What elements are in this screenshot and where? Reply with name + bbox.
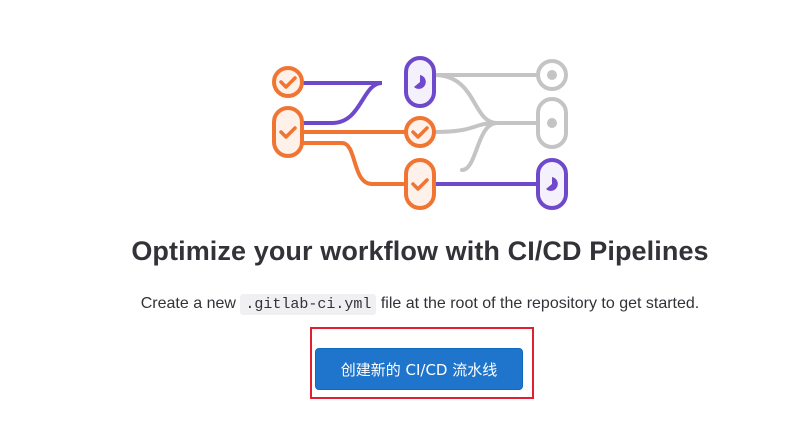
- description-text-after: file at the root of the repository to ge…: [376, 295, 700, 312]
- pipeline-illustration: [272, 56, 568, 210]
- check-icon: [404, 158, 436, 210]
- create-pipeline-button[interactable]: 创建新的 CI/CD 流水线: [315, 348, 523, 390]
- pending-icon: [536, 97, 568, 149]
- pipelines-empty-state: Optimize your workflow with CI/CD Pipeli…: [0, 0, 794, 444]
- empty-state-description: Create a new .gitlab-ci.yml file at the …: [0, 294, 794, 315]
- check-icon: [404, 116, 436, 148]
- check-icon: [272, 106, 304, 158]
- gitlab-ci-filename: .gitlab-ci.yml: [240, 294, 377, 315]
- running-icon: [536, 158, 568, 210]
- empty-state-title: Optimize your workflow with CI/CD Pipeli…: [131, 236, 709, 266]
- pending-icon: [536, 59, 568, 91]
- description-text-before: Create a new: [140, 295, 241, 312]
- running-icon: [404, 56, 436, 108]
- check-icon: [272, 66, 304, 98]
